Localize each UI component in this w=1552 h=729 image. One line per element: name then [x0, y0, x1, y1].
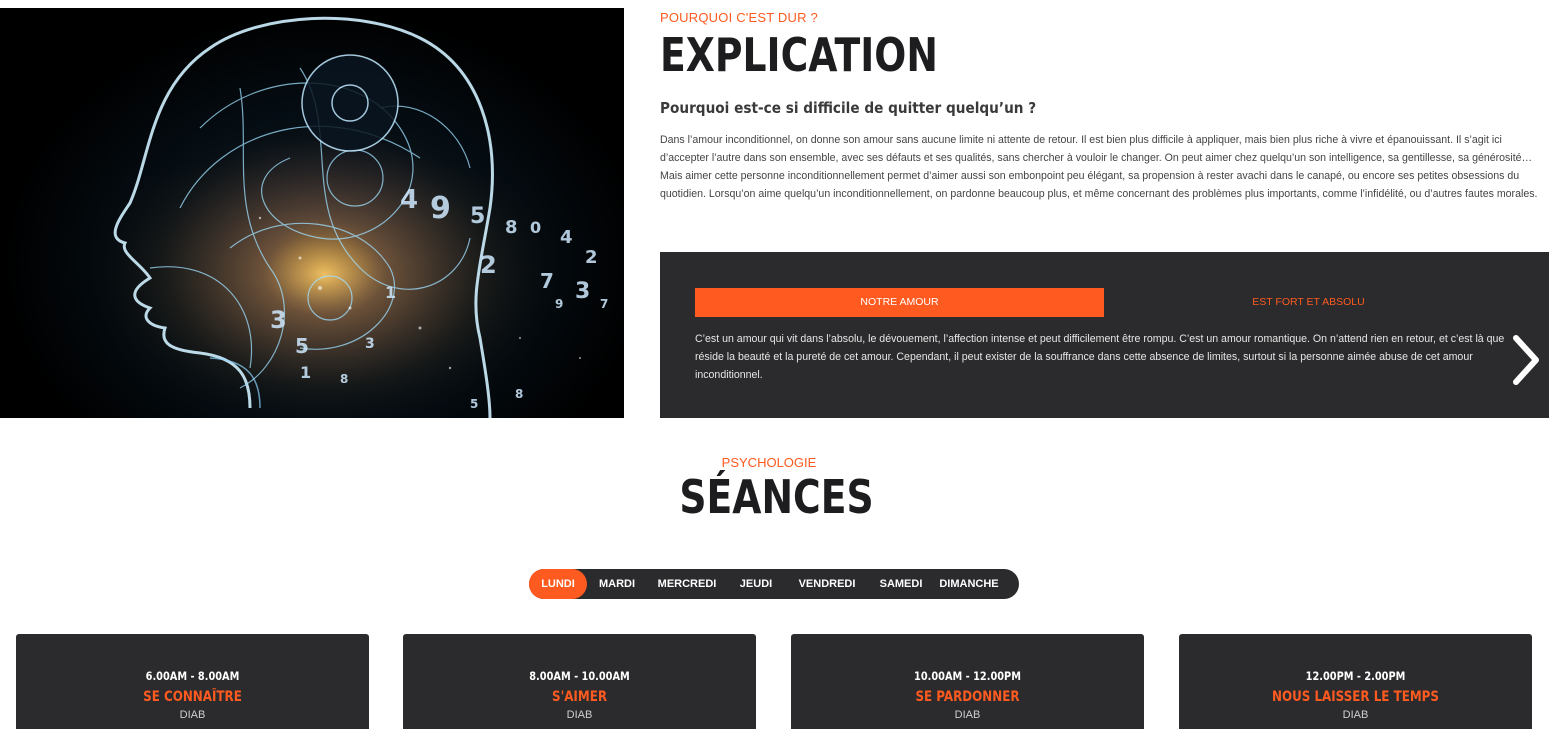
svg-text:5: 5	[470, 204, 485, 229]
session-card[interactable]: 12.00PM - 2.00PM NOUS LAISSER LE TEMPS D…	[1179, 634, 1532, 729]
session-title[interactable]: NOUS LAISSER LE TEMPS	[1205, 689, 1505, 705]
tab-day-vendredi[interactable]: VENDREDI	[791, 569, 863, 599]
session-title[interactable]: SE CONNAÎTRE	[42, 689, 342, 705]
tab-day-dimanche[interactable]: DIMANCHE	[931, 569, 1007, 599]
session-card[interactable]: 10.00AM - 12.00PM SE PARDONNER DIAB	[791, 634, 1144, 729]
session-card[interactable]: 6.00AM - 8.00AM SE CONNAÎTRE DIAB	[16, 634, 369, 729]
tab-est-fort-et-absolu[interactable]: EST FORT ET ABSOLU	[1144, 288, 1473, 317]
session-author: DIAB	[179, 709, 206, 721]
svg-text:5: 5	[295, 334, 309, 358]
sessions-header: PSYCHOLOGIE SÉANCES	[0, 455, 1552, 524]
session-time: 12.00PM - 2.00PM	[1305, 669, 1406, 683]
svg-text:2: 2	[585, 247, 598, 268]
hero-head-illustration: 4 9 5 8 0 4 2 7 3 2 3 5 1 8 5 8 9 7 3 1	[0, 8, 624, 418]
love-tabs-panel: NOTRE AMOUR EST FORT ET ABSOLU C’est un …	[660, 252, 1549, 418]
explication-title: EXPLICATION	[660, 28, 938, 82]
session-title[interactable]: S'AIMER	[429, 689, 729, 705]
tab-notre-amour[interactable]: NOTRE AMOUR	[695, 288, 1104, 317]
explication-paragraph: Dans l’amour inconditionnel, on donne so…	[660, 134, 1538, 200]
session-time: 6.00AM - 8.00AM	[145, 669, 240, 683]
explication-subtitle: Pourquoi est-ce si difficile de quitter …	[660, 99, 1037, 117]
sessions-eyebrow: PSYCHOLOGIE	[721, 455, 817, 470]
explication-section: POURQUOI C'EST DUR ? EXPLICATION Pourquo…	[660, 10, 1550, 203]
svg-text:7: 7	[600, 297, 608, 311]
svg-text:3: 3	[365, 336, 375, 352]
tab-day-jeudi[interactable]: JEUDI	[731, 569, 781, 599]
love-tabs-content: C’est un amour qui vit dans l’absolu, le…	[695, 333, 1505, 381]
svg-text:2: 2	[480, 251, 497, 279]
chevron-right-icon[interactable]	[1510, 332, 1542, 388]
session-time: 8.00AM - 10.00AM	[529, 669, 630, 683]
svg-text:9: 9	[430, 191, 451, 226]
svg-text:8: 8	[505, 217, 518, 238]
svg-text:9: 9	[555, 297, 563, 311]
session-author: DIAB	[954, 709, 981, 721]
tab-day-samedi[interactable]: SAMEDI	[871, 569, 931, 599]
svg-text:3: 3	[270, 306, 287, 334]
svg-text:7: 7	[540, 269, 554, 293]
tab-day-mardi[interactable]: MARDI	[589, 569, 645, 599]
svg-text:0: 0	[530, 218, 541, 237]
svg-text:3: 3	[575, 279, 590, 304]
svg-text:4: 4	[400, 185, 418, 215]
session-author: DIAB	[1342, 709, 1369, 721]
svg-text:8: 8	[340, 372, 348, 386]
session-author: DIAB	[566, 709, 593, 721]
sessions-title: SÉANCES	[678, 470, 874, 524]
svg-text:1: 1	[385, 283, 396, 302]
session-title[interactable]: SE PARDONNER	[817, 689, 1117, 705]
session-card[interactable]: 8.00AM - 10.00AM S'AIMER DIAB	[403, 634, 756, 729]
svg-text:1: 1	[300, 363, 311, 382]
svg-text:8: 8	[515, 387, 523, 401]
svg-text:4: 4	[560, 227, 573, 248]
days-tab-bar: LUNDI MARDI MERCREDI JEUDI VENDREDI SAME…	[529, 569, 1019, 599]
tab-day-lundi[interactable]: LUNDI	[529, 569, 587, 599]
tab-day-mercredi[interactable]: MERCREDI	[651, 569, 723, 599]
explication-eyebrow: POURQUOI C'EST DUR ?	[660, 10, 818, 25]
svg-text:5: 5	[470, 397, 478, 411]
session-time: 10.00AM - 12.00PM	[914, 669, 1021, 683]
